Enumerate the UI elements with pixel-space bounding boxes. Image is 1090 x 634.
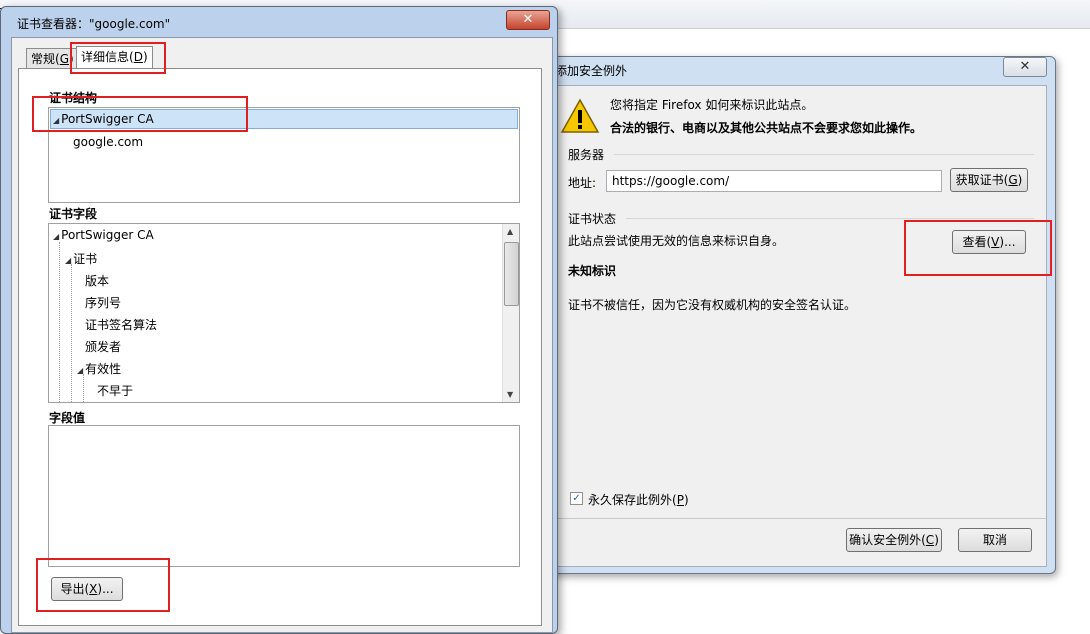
unknown-identity-text: 证书不被信任，因为它没有权威机构的安全签名认证。 [568, 298, 857, 312]
permanent-checkbox[interactable]: ✓ [570, 492, 583, 505]
field-item[interactable]: 序列号 [85, 294, 121, 311]
field-value-box[interactable] [48, 425, 520, 567]
expanded-arrow-icon: ◢ [65, 256, 72, 265]
permanent-checkbox-label[interactable]: 永久保存此例外(P) [588, 491, 689, 508]
highlight-view-button [904, 220, 1052, 276]
field-value-label: 字段值 [49, 411, 86, 425]
dialog-client: 您将指定 Firefox 如何来标识此站点。 合法的银行、电商以及其他公共站点不… [549, 85, 1047, 567]
field-item[interactable]: ◢ PortSwigger CA [53, 228, 154, 242]
expanded-arrow-icon: ◢ [53, 232, 60, 241]
highlight-details-tab [70, 42, 166, 74]
expanded-arrow-icon: ◢ [77, 366, 84, 375]
confirm-exception-button[interactable]: 确认安全例外(C) [846, 528, 942, 552]
field-item[interactable]: 版本 [85, 272, 109, 289]
get-certificate-button[interactable]: 获取证书(G) [950, 168, 1028, 192]
server-divider [614, 154, 1034, 155]
scroll-up-icon[interactable]: ▲ [507, 227, 513, 236]
highlight-hierarchy-root [32, 96, 248, 132]
address-label: 地址: [568, 176, 597, 190]
hierarchy-item-leaf[interactable]: google.com [73, 135, 143, 149]
scroll-down-icon[interactable]: ▼ [507, 390, 513, 399]
highlight-export-button [36, 558, 170, 612]
legit-sites-warning: 合法的银行、电商以及其他公共站点不会要求您如此操作。 [610, 121, 923, 135]
close-icon[interactable]: ✕ [506, 10, 550, 30]
scroll-thumb[interactable] [504, 242, 519, 306]
details-panel: 证书结构 ◢ PortSwigger CA google.com 证书字段 ◢ Po… [18, 68, 542, 626]
server-section-label: 服务器 [568, 148, 605, 162]
fields-tree[interactable]: ◢ PortSwigger CA ◢ 证书 版本 序列号 证书签名算法 颁发者 ◢ 有… [48, 223, 520, 403]
add-security-exception-dialog: 添加安全例外 ✕ 您将指定 Firefox 如何来标识此站点。 合法的银行、电商… [540, 56, 1056, 574]
close-icon[interactable]: ✕ [1003, 57, 1047, 77]
field-item[interactable]: 颁发者 [85, 338, 121, 355]
unknown-identity-heading: 未知标识 [568, 264, 617, 278]
field-item[interactable]: 证书签名算法 [85, 316, 157, 333]
cert-status-divider [626, 218, 1034, 219]
field-item[interactable]: 不早于 [97, 382, 133, 399]
warning-icon [560, 98, 600, 133]
fields-scrollbar[interactable]: ▲ ▼ [502, 224, 519, 402]
viewer-title: 证书查看器："google.com" [17, 17, 171, 31]
field-item[interactable]: ◢ 证书 [65, 250, 97, 267]
identify-message: 您将指定 Firefox 如何来标识此站点。 [610, 98, 814, 112]
dialog-title: 添加安全例外 [555, 64, 628, 78]
field-item[interactable]: ◢ 有效性 [77, 360, 121, 377]
status-text: 此站点尝试使用无效的信息来标识自身。 [568, 234, 785, 248]
cancel-button[interactable]: 取消 [958, 528, 1032, 552]
address-input[interactable]: https://google.com/ [606, 170, 942, 192]
cert-status-section-label: 证书状态 [568, 212, 617, 226]
footer-divider [550, 518, 1046, 519]
fields-label: 证书字段 [49, 207, 98, 221]
